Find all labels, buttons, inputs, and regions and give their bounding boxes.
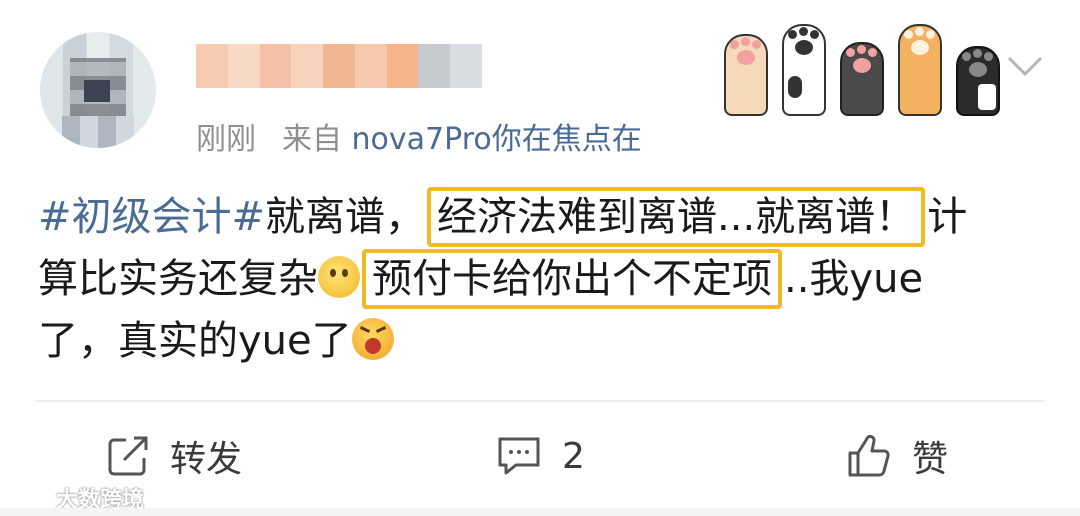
cat-paw-icon — [724, 34, 768, 116]
bottom-strip — [0, 508, 1080, 516]
avatar-pixel-block — [84, 80, 110, 102]
username-pixel — [323, 44, 355, 88]
comment-button[interactable]: 2 — [496, 426, 585, 486]
like-button[interactable]: 赞 — [846, 426, 948, 486]
post-text: 算比实务还复杂 — [38, 256, 318, 302]
post-meta: 刚刚 来自 nova7Pro你在焦点在 — [196, 114, 642, 158]
post-text: 了，真实的yue了 — [38, 318, 352, 364]
username-pixel — [354, 44, 387, 88]
like-icon — [848, 434, 890, 477]
username-pixel — [291, 44, 324, 88]
username-pixel — [450, 44, 483, 88]
cat-paw-icon — [840, 42, 884, 116]
post-line: 算比实务还复杂 预付卡给你出个不定项 ..我yue — [38, 248, 1048, 310]
smile-emoji-icon — [318, 256, 360, 298]
username-obscured[interactable] — [196, 44, 483, 88]
source-device-link[interactable]: nova7Pro你在焦点在 — [352, 122, 642, 157]
action-bar: 转发 2 赞 — [0, 426, 1080, 486]
like-label: 赞 — [912, 439, 949, 480]
divider — [36, 400, 1044, 402]
avatar-pixel-block — [62, 116, 134, 148]
cat-paw-icon — [956, 46, 1000, 116]
cat-paw-sticker-icon — [720, 20, 1000, 116]
username-pixel — [259, 44, 292, 88]
highlight-box: 预付卡给你出个不定项 — [362, 249, 782, 309]
username-pixel — [227, 44, 260, 88]
comment-icon — [498, 437, 540, 475]
watermark-logo-icon — [10, 489, 50, 507]
post-line: 了，真实的yue了 — [38, 310, 1048, 372]
username-pixel — [386, 44, 419, 88]
share-icon — [108, 436, 148, 476]
chevron-down-icon[interactable] — [1006, 54, 1044, 78]
source-prefix: 来自 — [282, 122, 342, 157]
yell-emoji-icon — [351, 318, 394, 360]
highlight-box: 经济法难到离谱...就离谱！ — [427, 187, 926, 247]
username-pixel — [196, 44, 228, 88]
post-text: 就离谱， — [265, 194, 426, 240]
share-label: 转发 — [170, 439, 243, 480]
share-button[interactable]: 转发 — [106, 426, 242, 486]
username-pixel — [418, 44, 451, 88]
cat-paw-icon — [898, 24, 942, 116]
post-text: ..我yue — [784, 256, 924, 302]
post-text: 计 — [927, 194, 968, 240]
hashtag-link[interactable]: #初级会计# — [38, 194, 265, 240]
comment-count: 2 — [562, 435, 585, 477]
post-time: 刚刚 — [196, 122, 256, 157]
post-body: #初级会计#就离谱， 经济法难到离谱...就离谱！计 算比实务还复杂 预付卡给你出个… — [38, 186, 1048, 372]
cat-paw-icon — [782, 24, 826, 116]
post-line: #初级会计#就离谱， 经济法难到离谱...就离谱！计 — [38, 186, 1048, 248]
avatar[interactable] — [40, 32, 156, 148]
